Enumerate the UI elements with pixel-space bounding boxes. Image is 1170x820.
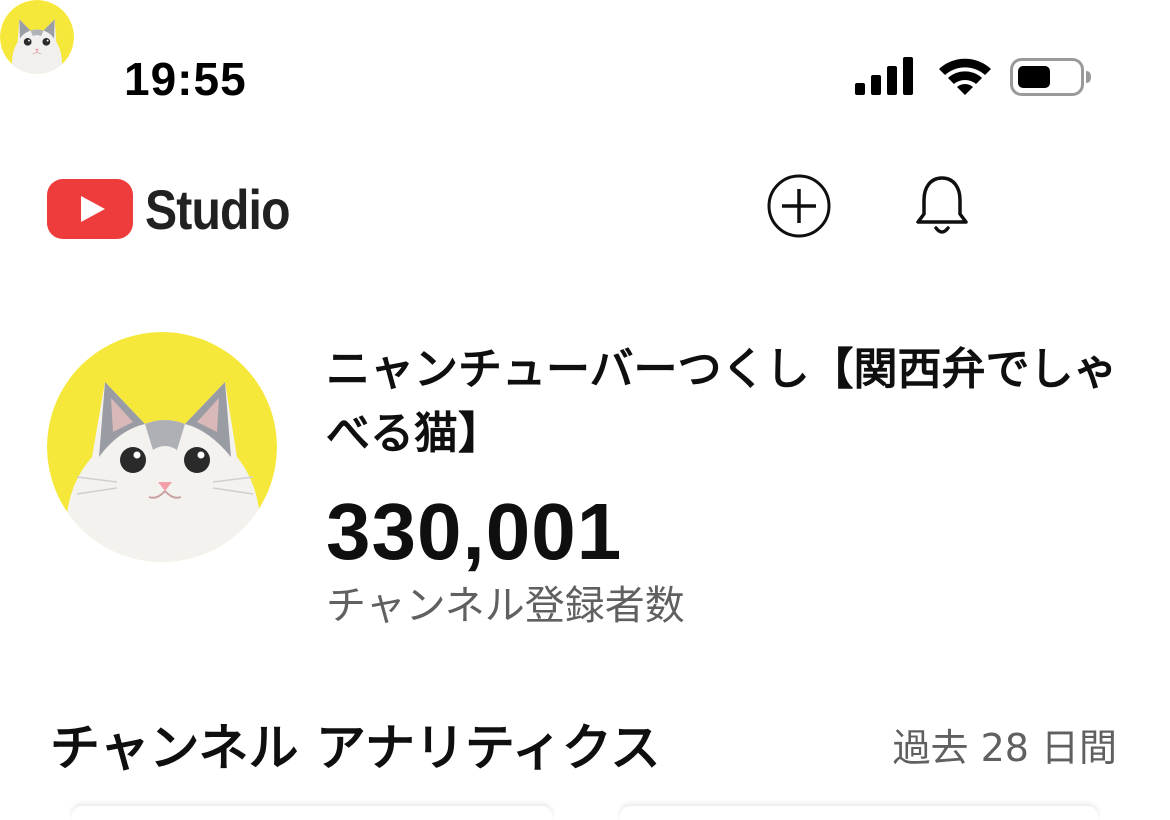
account-avatar[interactable] bbox=[0, 0, 74, 74]
signal-icon bbox=[855, 57, 913, 95]
status-time: 19:55 bbox=[124, 53, 247, 105]
analytics-section-title: チャンネル アナリティクス bbox=[50, 719, 661, 777]
subscriber-label: チャンネル登録者数 bbox=[326, 583, 685, 629]
notifications-button[interactable] bbox=[906, 170, 978, 242]
create-icon bbox=[767, 174, 831, 238]
analytics-card[interactable] bbox=[72, 806, 552, 820]
create-button[interactable] bbox=[763, 170, 835, 242]
channel-name: ニャンチューバーつくし【関西弁でしゃべる猫】 bbox=[326, 344, 1118, 459]
analytics-period-label: 過去 28 日間 bbox=[892, 726, 1117, 770]
studio-wordmark: Studio bbox=[145, 177, 291, 241]
cat-avatar-image bbox=[0, 0, 74, 74]
wifi-icon bbox=[939, 58, 991, 95]
youtube-studio-logo[interactable]: Studio bbox=[47, 176, 313, 242]
battery-icon bbox=[1010, 58, 1091, 96]
subscriber-count: 330,001 bbox=[326, 487, 623, 576]
analytics-card[interactable] bbox=[620, 806, 1098, 820]
bell-icon bbox=[916, 176, 968, 234]
cat-avatar-image bbox=[47, 332, 277, 562]
youtube-play-icon bbox=[47, 179, 133, 239]
channel-avatar[interactable] bbox=[47, 332, 277, 562]
